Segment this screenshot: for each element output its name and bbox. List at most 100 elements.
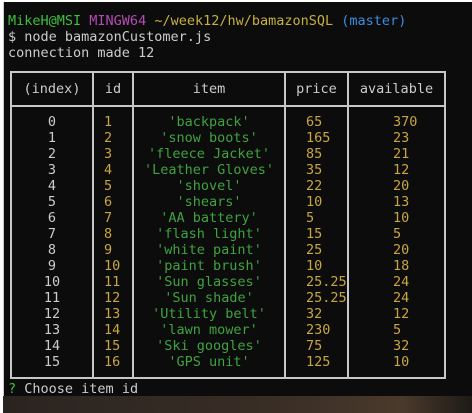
cell-price: 125	[284, 354, 349, 370]
console-table: (index) id item price available 0 1'backp…	[10, 71, 446, 379]
header-item: item	[132, 72, 286, 107]
cell-available: 370	[347, 114, 446, 130]
cell-id: 2	[92, 130, 134, 146]
cell-id: 7	[92, 210, 134, 226]
cell-item: 'AA battery'	[132, 210, 286, 226]
question-mark: ?	[8, 381, 17, 397]
terminal-window[interactable]: MikeH@MSI MINGW64 ~/week12/hw/bamazonSQL…	[3, 2, 472, 397]
cell-price: 25.25	[284, 274, 349, 290]
cell-available: 24	[347, 290, 446, 306]
table-row: 12 13 'Utility belt' 32 12	[10, 306, 446, 322]
cell-available: 21	[347, 146, 446, 162]
cell-price: 230	[284, 322, 349, 338]
cell-item: 'paint brush'	[132, 258, 286, 274]
cell-available: 10	[347, 354, 446, 370]
cell-id: 16	[92, 354, 134, 370]
system-name: MINGW64	[89, 13, 147, 29]
cell-index: 5	[10, 194, 94, 210]
cell-available: 5	[347, 226, 446, 242]
cell-price: 165	[284, 130, 349, 146]
cell-index: 10	[10, 274, 94, 290]
cell-available: 12	[347, 162, 446, 178]
cell-index: 8	[10, 242, 94, 258]
cell-available: 23	[347, 130, 446, 146]
cell-price: 75	[284, 338, 349, 354]
cell-price: 15	[284, 226, 349, 242]
cell-price: 35	[284, 162, 349, 178]
cell-item: 'Utility belt'	[132, 306, 286, 322]
cell-id: 14	[92, 322, 134, 338]
cell-index: 4	[10, 178, 94, 194]
cell-index: 14	[10, 338, 94, 354]
cell-index: 15	[10, 354, 94, 370]
cell-price: 32	[284, 306, 349, 322]
question-text: Choose item id	[24, 381, 139, 397]
cell-item: 'backpack'	[132, 114, 286, 130]
cell-index: 2	[10, 146, 94, 162]
table-row: 10 11 'Sun glasses' 25.25 24	[10, 274, 446, 290]
cell-available: 13	[347, 194, 446, 210]
cell-item: 'flash light'	[132, 226, 286, 242]
user-host: MikeH@MSI	[8, 13, 82, 29]
cell-item: 'snow boots'	[132, 130, 286, 146]
cell-index: 9	[10, 258, 94, 274]
header-index: (index)	[10, 72, 94, 107]
cell-available: 10	[347, 210, 446, 226]
table-row: 3 4 'Leather Gloves' 35 12	[10, 162, 446, 178]
cell-available: 5	[347, 322, 446, 338]
cell-item: 'Sun shade'	[132, 290, 286, 306]
cell-index: 1	[10, 130, 94, 146]
cell-item: 'Leather Gloves'	[132, 162, 286, 178]
cell-index: 6	[10, 210, 94, 226]
cell-available: 24	[347, 274, 446, 290]
cell-available: 20	[347, 178, 446, 194]
table-row: 11 12 'Sun shade' 25.25 24	[10, 290, 446, 306]
table-row: 7 8'flash light' 15 5	[10, 226, 446, 242]
table-row: 9 10'paint brush' 10 18	[10, 258, 446, 274]
output-line: connection made 12	[8, 45, 155, 61]
cell-index: 7	[10, 226, 94, 242]
header-id: id	[92, 72, 134, 107]
cell-id: 13	[92, 306, 134, 322]
cell-id: 1	[92, 114, 134, 130]
cell-item: 'fleece Jacket'	[132, 146, 286, 162]
cell-index: 13	[10, 322, 94, 338]
cell-available: 32	[347, 338, 446, 354]
table-row: 4 5'shovel' 22 20	[10, 178, 446, 194]
table-row: 0 1'backpack' 65 370	[10, 114, 446, 130]
cell-price: 10	[284, 194, 349, 210]
inquirer-prompt: ? Choose item id	[8, 381, 138, 397]
table-row: 5 6'shears' 10 13	[10, 194, 446, 210]
cell-id: 8	[92, 226, 134, 242]
cell-price: 25.25	[284, 290, 349, 306]
header-price: price	[284, 72, 349, 107]
table-row: 14 15 'Ski googles' 75 32	[10, 338, 446, 354]
cell-id: 12	[92, 290, 134, 306]
cell-id: 4	[92, 162, 134, 178]
table-row: 15 16 'GPS unit' 125 10	[10, 354, 446, 370]
table-row: 8 9'white paint' 25 20	[10, 242, 446, 258]
cell-index: 0	[10, 114, 94, 130]
cell-id: 9	[92, 242, 134, 258]
cell-price: 10	[284, 258, 349, 274]
header-available: available	[347, 72, 446, 107]
cell-item: 'white paint'	[132, 242, 286, 258]
cell-price: 85	[284, 146, 349, 162]
cell-item: 'shears'	[132, 194, 286, 210]
table-row: 1 2'snow boots' 165 23	[10, 130, 446, 146]
table-row: 2 3'fleece Jacket' 85 21	[10, 146, 446, 162]
cell-item: 'lawn mower'	[132, 322, 286, 338]
shell-prompt: MikeH@MSI MINGW64 ~/week12/hw/bamazonSQL…	[8, 13, 406, 29]
command-line: $ node bamazonCustomer.js	[8, 29, 212, 45]
cell-item: 'Sun glasses'	[132, 274, 286, 290]
cell-item: 'shovel'	[132, 178, 286, 194]
cell-item: 'GPS unit'	[132, 354, 286, 370]
cell-index: 3	[10, 162, 94, 178]
table-row: 13 14'lawn mower' 230 5	[10, 322, 446, 338]
desktop-background	[3, 396, 472, 413]
table-row: 6 7 'AA battery' 5 10	[10, 210, 446, 226]
cell-id: 11	[92, 274, 134, 290]
cell-available: 12	[347, 306, 446, 322]
git-branch: (master)	[341, 13, 407, 29]
cell-id: 15	[92, 338, 134, 354]
